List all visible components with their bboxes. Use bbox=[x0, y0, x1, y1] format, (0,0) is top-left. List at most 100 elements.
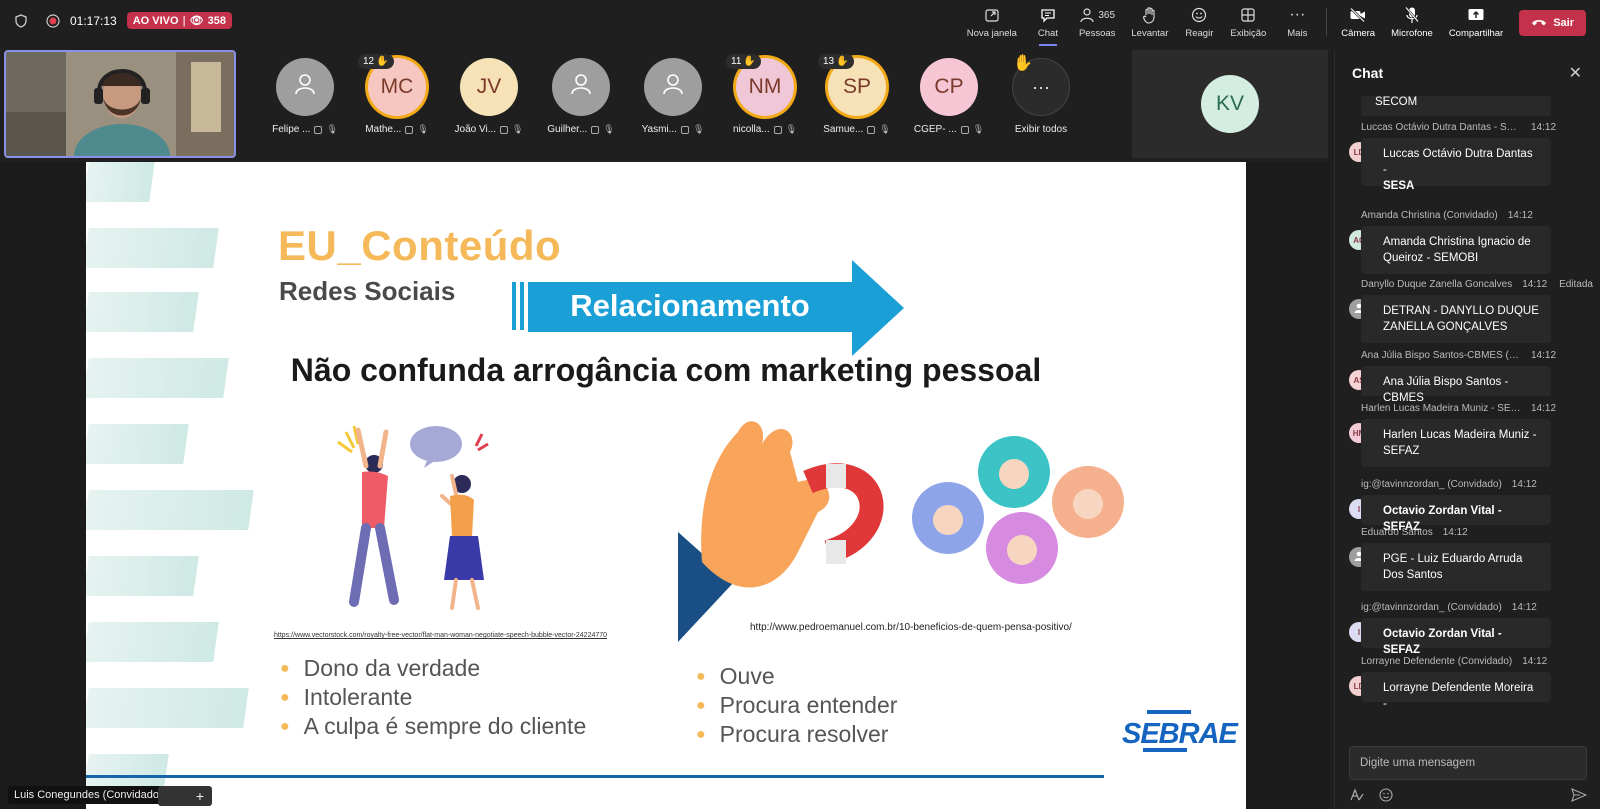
camera-button[interactable]: Câmera bbox=[1333, 4, 1383, 42]
chat-message-meta: Lorrayne Defendente (Convidado) 14:12 bbox=[1361, 656, 1593, 667]
participant-tile[interactable]: JV João Vi... 🎙 bbox=[454, 58, 524, 135]
mic-off-icon bbox=[1403, 6, 1421, 24]
share-button[interactable]: Compartilhar bbox=[1441, 4, 1511, 42]
message-time: 14:12 bbox=[1522, 656, 1548, 667]
chat-message-text: Octavio Zordan Vital - SEFAZ bbox=[1383, 628, 1502, 656]
people-icon: 365 bbox=[1079, 6, 1115, 24]
person-icon bbox=[568, 71, 594, 103]
hand-queue-number: 12 bbox=[363, 56, 375, 67]
more-button[interactable]: ··· Mais bbox=[1274, 4, 1320, 42]
negative-traits-list: ● Dono da verdade ● Intolerante ● A culpa é s… bbox=[280, 654, 586, 741]
bullet-item: ● Ouve bbox=[696, 662, 897, 691]
sender-name: ig:@tavinnzordan_ (Convidado) bbox=[1361, 479, 1502, 490]
positive-traits-list: ● Ouve ● Procura entender ● Procura resolver bbox=[696, 662, 897, 749]
raised-hand-icon: ✋ bbox=[743, 56, 756, 67]
chat-message-meta: Ana Júlia Bispo Santos-CBMES (Convidad..… bbox=[1361, 350, 1593, 361]
image-credit-link[interactable]: https://www.vectorstock.com/royalty-free… bbox=[274, 632, 607, 639]
participant-name-row: Yasmi... 🎙 bbox=[642, 124, 705, 135]
chat-message-text: ZANELLA GONÇALVES bbox=[1383, 321, 1508, 333]
participant-name-row: João Vi... 🎙 bbox=[455, 124, 524, 135]
emoji-icon[interactable] bbox=[1379, 788, 1393, 807]
zoom-control[interactable]: + bbox=[158, 786, 212, 806]
react-label: Reagir bbox=[1185, 28, 1214, 39]
decorative-stripe bbox=[86, 688, 249, 728]
participant-strip: Felipe ... 🎙 MC 12 ✋ Mathe... 🎙 JV João Vi... 🎙 Gu… bbox=[270, 54, 1076, 135]
avatar bbox=[276, 58, 334, 116]
chat-message-meta: Amanda Christina (Convidado) 14:12 bbox=[1361, 210, 1593, 221]
participant-tile[interactable]: CP CGEP- ... 🎙 bbox=[914, 58, 984, 135]
participant-name-row: Samue... 🎙 bbox=[823, 124, 890, 135]
avatar-initials: I bbox=[1357, 504, 1361, 514]
chat-message-text: SEFAZ bbox=[1383, 445, 1420, 457]
format-icon[interactable] bbox=[1349, 788, 1365, 807]
image-credit-link[interactable]: http://www.pedroemanuel.com.br/10-benefi… bbox=[750, 622, 1072, 633]
avatar-initials: SP bbox=[842, 75, 871, 98]
toolbar-actions: Nova janela Chat 365 Pessoas Levantar Re… bbox=[959, 4, 1600, 46]
decorative-stripe bbox=[86, 228, 219, 268]
chat-message-bubble: Octavio Zordan Vital - SEFAZ bbox=[1361, 618, 1551, 656]
microphone-button[interactable]: Microfone bbox=[1383, 4, 1441, 42]
message-input[interactable]: Digite uma mensagem bbox=[1349, 746, 1587, 780]
participant-tile[interactable]: Yasmi... 🎙 bbox=[638, 58, 708, 135]
message-time: 14:12 bbox=[1522, 279, 1548, 290]
self-video-tile[interactable] bbox=[4, 50, 236, 158]
bullet-text: A culpa é sempre do cliente bbox=[303, 713, 587, 739]
avatar: MC 12 ✋ bbox=[358, 54, 426, 116]
chat-label: Chat bbox=[1037, 28, 1058, 39]
grid-icon bbox=[1239, 6, 1257, 24]
chat-message-list[interactable]: SECOM Luccas Octávio Dutra Dantas - SESA… bbox=[1335, 96, 1600, 750]
sender-name: Ana Júlia Bispo Santos-CBMES (Convidad..… bbox=[1361, 350, 1521, 361]
raise-hand-button[interactable]: Levantar bbox=[1123, 4, 1176, 42]
chat-message-bubble: Ana Júlia Bispo Santos - CBMES bbox=[1361, 366, 1551, 404]
shield-icon bbox=[14, 13, 28, 28]
video-feed bbox=[6, 52, 234, 156]
more-label: Mais bbox=[1287, 28, 1308, 39]
participant-name: Samue... bbox=[823, 124, 864, 135]
bullet-item: ● Procura resolver bbox=[696, 720, 897, 749]
participant-tile[interactable]: NM 11 ✋ nicolla... 🎙 bbox=[726, 54, 800, 135]
person-icon bbox=[292, 71, 318, 103]
chat-message-bubble: SECOM bbox=[1361, 96, 1551, 116]
new-window-button[interactable]: Nova janela bbox=[959, 4, 1025, 42]
raised-hand-badge: 13 ✋ bbox=[818, 54, 854, 69]
mic-off-icon: 🎙 bbox=[603, 124, 615, 134]
view-button[interactable]: Exibição bbox=[1222, 4, 1274, 42]
sender-name: Harlen Lucas Madeira Muniz - SEFAZ (Co..… bbox=[1361, 403, 1521, 414]
bullet-text: Procura entender bbox=[719, 692, 898, 718]
chat-button[interactable]: Chat bbox=[1025, 4, 1071, 46]
people-button[interactable]: 365 Pessoas bbox=[1071, 4, 1123, 42]
close-icon[interactable]: ✕ bbox=[1569, 63, 1582, 83]
chat-message-text: Dos Santos bbox=[1383, 569, 1443, 581]
message-time: 14:12 bbox=[1531, 122, 1557, 133]
participant-name: João Vi... bbox=[454, 124, 497, 135]
bullet-icon: ● bbox=[280, 689, 290, 706]
decorative-stripe bbox=[86, 622, 219, 662]
raised-hand-badge: 12 ✋ bbox=[358, 54, 394, 69]
participant-name-row: CGEP- ... 🎙 bbox=[914, 124, 984, 135]
live-badge: AO VIVO | 👁 358 bbox=[126, 12, 232, 29]
react-button[interactable]: Reagir bbox=[1176, 4, 1222, 42]
camera-off-icon bbox=[1349, 6, 1367, 24]
bullet-text: Intolerante bbox=[303, 684, 413, 710]
participant-tile[interactable]: SP 13 ✋ Samue... 🎙 bbox=[818, 54, 892, 135]
camera-off-icon bbox=[314, 125, 323, 134]
participant-name: nicolla... bbox=[732, 124, 770, 135]
participant-video-tile[interactable]: KV bbox=[1132, 50, 1328, 158]
chat-message-text: Amanda Christina Ignacio de bbox=[1383, 236, 1531, 248]
participant-tile[interactable]: Guilher... 🎙 bbox=[546, 58, 616, 135]
edited-label: Editada bbox=[1559, 279, 1593, 290]
hand-queue-number: 13 bbox=[823, 56, 835, 67]
bullet-icon: ● bbox=[280, 660, 290, 677]
participant-tile[interactable]: MC 12 ✋ Mathe... 🎙 bbox=[358, 54, 432, 135]
send-icon[interactable] bbox=[1571, 788, 1588, 807]
live-label: AO VIVO bbox=[132, 14, 179, 27]
show-all-button[interactable]: ··· ✋ Exibir todos bbox=[1006, 55, 1076, 135]
compose-toolbar bbox=[1349, 788, 1588, 807]
relationship-arrow: Relacionamento bbox=[512, 260, 910, 360]
slide-subtitle: Redes Sociais bbox=[279, 276, 456, 306]
participant-name-row: nicolla... 🎙 bbox=[733, 124, 797, 135]
participant-tile[interactable]: Felipe ... 🎙 bbox=[270, 58, 340, 135]
leave-button[interactable]: Sair bbox=[1519, 10, 1586, 36]
participant-name-row: Exibir todos bbox=[1015, 124, 1067, 135]
zoom-in-icon[interactable]: + bbox=[196, 788, 204, 804]
